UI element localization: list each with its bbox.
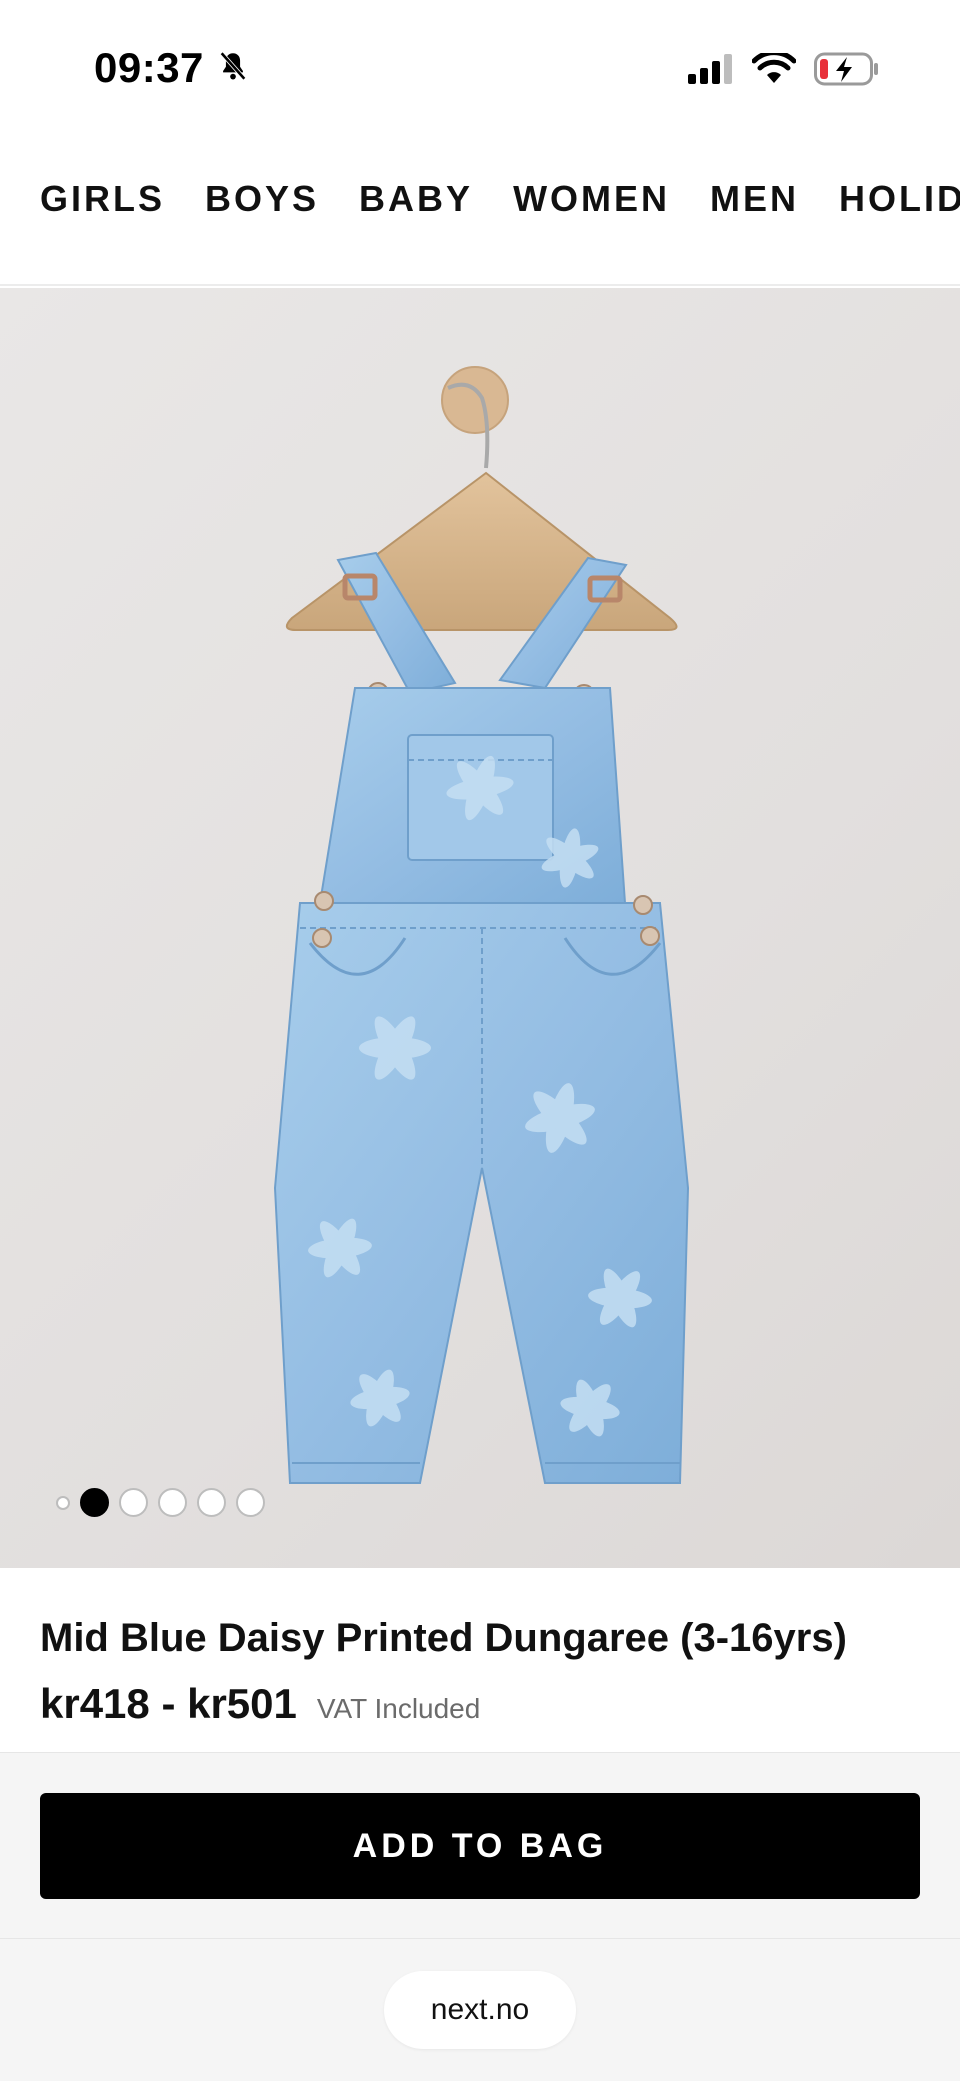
product-info: Mid Blue Daisy Printed Dungaree (3-16yrs…	[0, 1568, 960, 1752]
gallery-pagination	[56, 1488, 265, 1517]
nav-item-boys[interactable]: BOYS	[205, 178, 319, 220]
gallery-dot-active[interactable]	[80, 1488, 109, 1517]
battery-charging-icon	[814, 52, 880, 91]
status-time-group: 09:37	[94, 44, 250, 92]
gallery-dot[interactable]	[56, 1495, 70, 1510]
cellular-signal-icon	[688, 54, 734, 89]
gallery-dot[interactable]	[119, 1488, 148, 1517]
category-list: GIRLS BOYS BABY WOMEN MEN HOLIDAY	[40, 178, 960, 220]
product-image-gallery[interactable]	[0, 288, 960, 1568]
product-title: Mid Blue Daisy Printed Dungaree (3-16yrs…	[40, 1616, 847, 1660]
product-price: kr418 - kr501	[40, 1680, 297, 1727]
wifi-icon	[751, 50, 797, 90]
nav-item-holiday[interactable]: HOLIDAY	[839, 178, 960, 220]
status-indicators	[688, 50, 880, 91]
status-bar: 09:37	[0, 0, 960, 140]
add-to-bag-button[interactable]: ADD TO BAG	[40, 1793, 920, 1899]
price-row: kr418 - kr501 VAT Included	[40, 1680, 480, 1728]
bell-slash-icon	[216, 49, 250, 88]
nav-item-men[interactable]: MEN	[710, 178, 799, 220]
add-to-bag-bar: ADD TO BAG	[0, 1752, 960, 1938]
vat-note: VAT Included	[316, 1693, 481, 1724]
gallery-dot[interactable]	[158, 1488, 187, 1517]
nav-item-girls[interactable]: GIRLS	[40, 178, 165, 220]
gallery-dot[interactable]	[236, 1488, 265, 1517]
product-image	[273, 366, 690, 1484]
nav-item-women[interactable]: WOMEN	[513, 178, 670, 220]
nav-item-baby[interactable]: BABY	[359, 178, 473, 220]
gallery-dot[interactable]	[197, 1488, 226, 1517]
category-nav: GIRLS BOYS BABY WOMEN MEN HOLIDAY	[0, 140, 960, 286]
browser-bar: next.no	[0, 1938, 960, 2081]
url-pill[interactable]: next.no	[384, 1971, 576, 2049]
status-time: 09:37	[94, 44, 204, 91]
